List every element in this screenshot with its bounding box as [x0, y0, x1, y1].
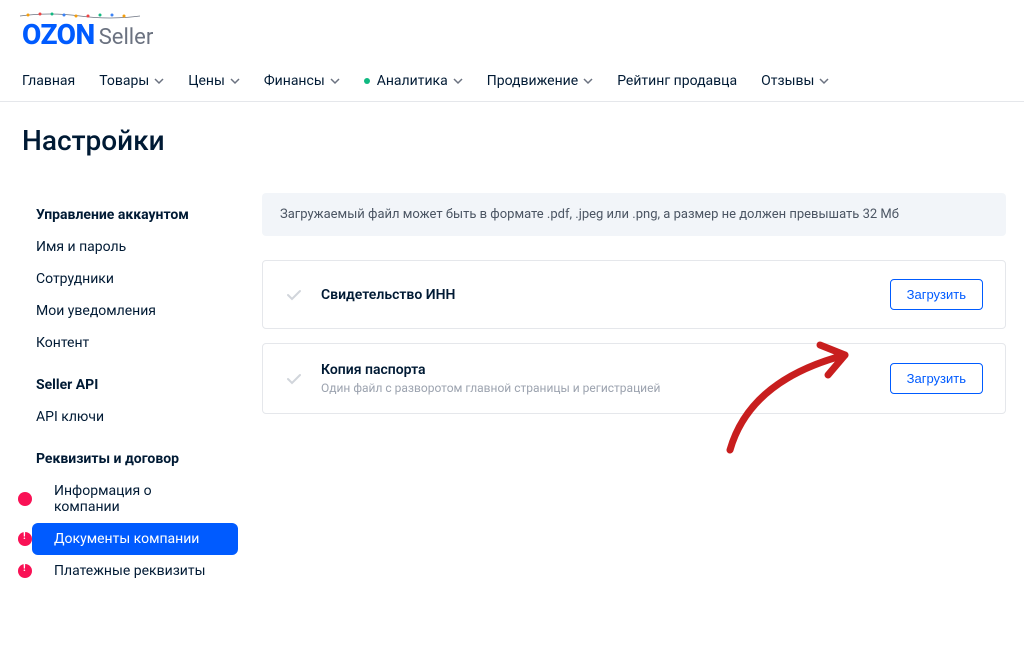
- chevron-down-icon: [453, 76, 463, 86]
- sidebar-item-content[interactable]: Контент: [18, 327, 238, 359]
- sidebar-item-company-documents[interactable]: Документы компании: [32, 523, 238, 555]
- document-title: Свидетельство ИНН: [321, 287, 872, 303]
- nav-label: Цены: [188, 73, 225, 89]
- nav-label: Финансы: [264, 73, 325, 89]
- nav-item-rating[interactable]: Рейтинг продавца: [617, 73, 737, 89]
- nav-item-finance[interactable]: Финансы: [264, 73, 340, 89]
- main-panel: Загружаемый файл может быть в формате .p…: [262, 185, 1006, 607]
- sidebar-section-api: Seller API API ключи: [18, 367, 238, 433]
- main-nav: Главная Товары Цены Финансы Аналитика Пр…: [0, 61, 1024, 102]
- sidebar-item-api-keys[interactable]: API ключи: [18, 401, 238, 433]
- document-card-inn: Свидетельство ИНН Загрузить: [262, 260, 1006, 329]
- nav-label: Товары: [99, 73, 149, 89]
- sidebar-item-name-password[interactable]: Имя и пароль: [18, 231, 238, 263]
- sidebar-section-requisites: Реквизиты и договор Информация о компани…: [18, 441, 238, 587]
- content: Управление аккаунтом Имя и пароль Сотруд…: [0, 185, 1024, 607]
- sidebar-item-label: Мои уведомления: [36, 303, 220, 319]
- nav-item-prices[interactable]: Цены: [188, 73, 240, 89]
- chevron-down-icon: [330, 76, 340, 86]
- sidebar-section-account: Управление аккаунтом Имя и пароль Сотруд…: [18, 197, 238, 359]
- sidebar-item-label: Платежные реквизиты: [54, 563, 220, 579]
- nav-label: Аналитика: [377, 73, 448, 89]
- nav-item-analytics[interactable]: Аналитика: [364, 73, 463, 89]
- chevron-down-icon: [819, 76, 829, 86]
- sidebar-item-label: Имя и пароль: [36, 239, 220, 255]
- chevron-down-icon: [154, 76, 164, 86]
- logo-brand: OZON: [22, 18, 95, 51]
- sidebar-item-label: API ключи: [36, 409, 220, 425]
- settings-sidebar: Управление аккаунтом Имя и пароль Сотруд…: [18, 185, 238, 607]
- sidebar-heading: Управление аккаунтом: [18, 197, 238, 231]
- document-subtitle: Один файл с разворотом главной страницы …: [321, 381, 872, 395]
- sidebar-item-label: Информация о компании: [54, 483, 220, 515]
- info-banner: Загружаемый файл может быть в формате .p…: [262, 193, 1006, 236]
- sidebar-heading: Реквизиты и договор: [18, 441, 238, 475]
- logo[interactable]: OZON Seller: [22, 18, 1002, 51]
- nav-label: Продвижение: [487, 73, 578, 89]
- document-info: Свидетельство ИНН: [321, 287, 872, 303]
- header: OZON Seller: [0, 0, 1024, 61]
- upload-button[interactable]: Загрузить: [890, 279, 983, 310]
- nav-label: Главная: [22, 73, 75, 89]
- check-icon: [285, 286, 303, 304]
- nav-item-promotion[interactable]: Продвижение: [487, 73, 593, 89]
- nav-item-home[interactable]: Главная: [22, 73, 75, 89]
- check-icon: [285, 370, 303, 388]
- sidebar-item-label: Сотрудники: [36, 271, 220, 287]
- sidebar-item-employees[interactable]: Сотрудники: [18, 263, 238, 295]
- document-info: Копия паспорта Один файл с разворотом гл…: [321, 362, 872, 395]
- document-card-passport: Копия паспорта Один файл с разворотом гл…: [262, 343, 1006, 414]
- chevron-down-icon: [230, 76, 240, 86]
- sidebar-item-label: Контент: [36, 335, 220, 351]
- nav-label: Рейтинг продавца: [617, 73, 737, 89]
- chevron-down-icon: [583, 76, 593, 86]
- nav-item-products[interactable]: Товары: [99, 73, 164, 89]
- document-title: Копия паспорта: [321, 362, 872, 378]
- sidebar-item-label: Документы компании: [54, 531, 220, 547]
- page-title: Настройки: [0, 102, 1024, 185]
- sidebar-item-notifications[interactable]: Мои уведомления: [18, 295, 238, 327]
- logo-suffix: Seller: [99, 25, 154, 50]
- nav-item-reviews[interactable]: Отзывы: [761, 73, 829, 89]
- sidebar-item-payment-details[interactable]: Платежные реквизиты: [32, 555, 238, 587]
- upload-button[interactable]: Загрузить: [890, 363, 983, 394]
- sidebar-item-company-info[interactable]: Информация о компании: [32, 475, 238, 523]
- nav-label: Отзывы: [761, 73, 814, 89]
- sidebar-heading: Seller API: [18, 367, 238, 401]
